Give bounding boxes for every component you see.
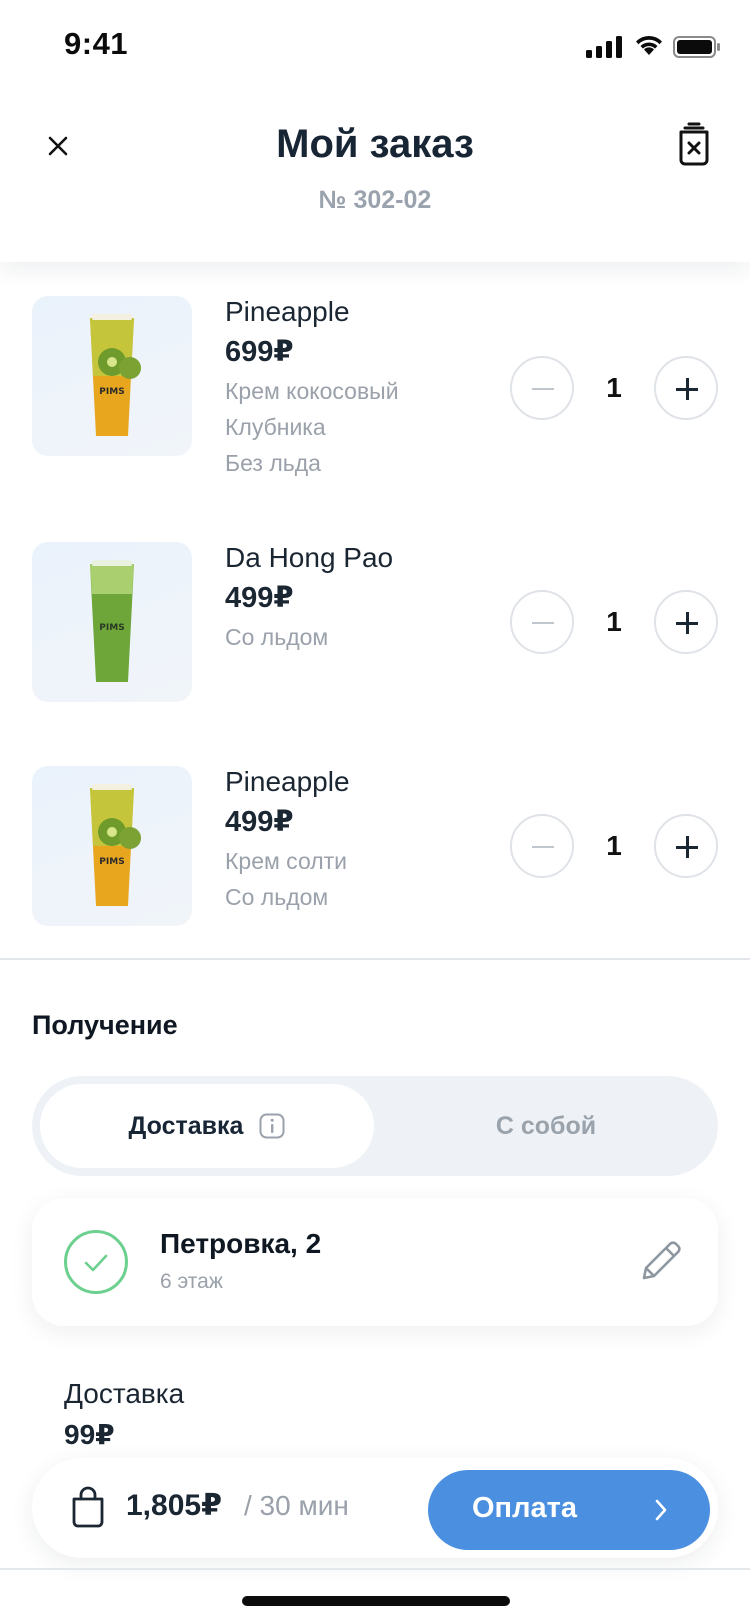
svg-text:PIMS: PIMS	[99, 623, 124, 633]
svg-text:PIMS: PIMS	[99, 387, 124, 397]
item-option: Крем кокосовый	[225, 378, 399, 404]
shopping-bag-icon	[72, 1486, 104, 1528]
check-icon	[64, 1230, 128, 1294]
delivery-label: Доставка	[64, 1378, 185, 1409]
drink-image: PIMS	[32, 542, 192, 702]
address-card[interactable]: Петровка, 2 6 этаж	[32, 1198, 718, 1326]
bottom-divider	[0, 1568, 750, 1570]
pay-button-label: Оплата	[472, 1492, 577, 1524]
signal-icon	[586, 36, 622, 58]
item-quantity: 1	[606, 606, 622, 637]
item-quantity: 1	[606, 372, 622, 403]
item-option: Со льдом	[225, 624, 329, 650]
pencil-icon	[642, 1241, 681, 1280]
item-option: Со льдом	[225, 884, 329, 910]
svg-text:PIMS: PIMS	[99, 857, 124, 867]
pay-button[interactable]: Оплата	[428, 1470, 710, 1550]
battery-icon	[673, 36, 720, 58]
address-main: Петровка, 2	[160, 1228, 322, 1259]
cart-item: PIMS Pineapple 699₽ Крем кокосовый Клубн…	[0, 296, 750, 486]
item-option: Клубника	[225, 414, 326, 440]
trash-icon	[679, 122, 709, 166]
home-indicator[interactable]	[242, 1596, 510, 1606]
status-bar: 9:41	[0, 0, 750, 90]
increase-quantity-button[interactable]	[654, 590, 718, 654]
wifi-icon	[636, 35, 662, 55]
increase-quantity-button[interactable]	[654, 356, 718, 420]
item-price: 499₽	[225, 806, 294, 838]
edit-address-button[interactable]	[636, 1236, 686, 1286]
item-name: Da Hong Pao	[225, 542, 394, 573]
item-name: Pineapple	[225, 296, 350, 327]
address-details: 6 этаж	[160, 1270, 223, 1293]
time-estimate: / 30 мин	[244, 1490, 349, 1521]
divider	[0, 958, 750, 960]
clear-order-button[interactable]	[672, 120, 716, 168]
checkout-bar: 1,805₽ / 30 мин Оплата	[32, 1458, 718, 1558]
status-time: 9:41	[64, 26, 129, 61]
page-title: Мой заказ	[276, 122, 474, 166]
item-price: 499₽	[225, 582, 294, 614]
order-header: Мой заказ № 302-02	[0, 90, 750, 262]
delivery-price: 99₽	[64, 1419, 115, 1450]
item-option: Крем солти	[225, 848, 348, 874]
item-price: 699₽	[225, 336, 294, 368]
tab-takeaway[interactable]: С собой	[382, 1084, 710, 1168]
drink-image: PIMS	[32, 296, 192, 456]
item-quantity: 1	[606, 830, 622, 861]
drink-image: PIMS	[32, 766, 192, 926]
decrease-quantity-button[interactable]	[510, 814, 574, 878]
decrease-quantity-button[interactable]	[510, 590, 574, 654]
receiving-title: Получение	[32, 1010, 178, 1040]
order-total: 1,805₽	[126, 1489, 222, 1522]
cart-item: PIMS Da Hong Pao 499₽ Со льдом 1	[0, 542, 750, 702]
tab-delivery-label: Доставка	[128, 1111, 244, 1140]
info-icon[interactable]	[259, 1113, 285, 1139]
decrease-quantity-button[interactable]	[510, 356, 574, 420]
chevron-right-icon	[655, 1499, 667, 1521]
item-option: Без льда	[225, 450, 321, 476]
increase-quantity-button[interactable]	[654, 814, 718, 878]
receiving-method-toggle: Доставка С собой	[32, 1076, 718, 1176]
cart-item: PIMS Pineapple 499₽ Крем солти Со льдом …	[0, 766, 750, 946]
order-number: № 302-02	[318, 186, 432, 214]
tab-delivery[interactable]: Доставка	[40, 1084, 374, 1168]
item-name: Pineapple	[225, 766, 350, 797]
